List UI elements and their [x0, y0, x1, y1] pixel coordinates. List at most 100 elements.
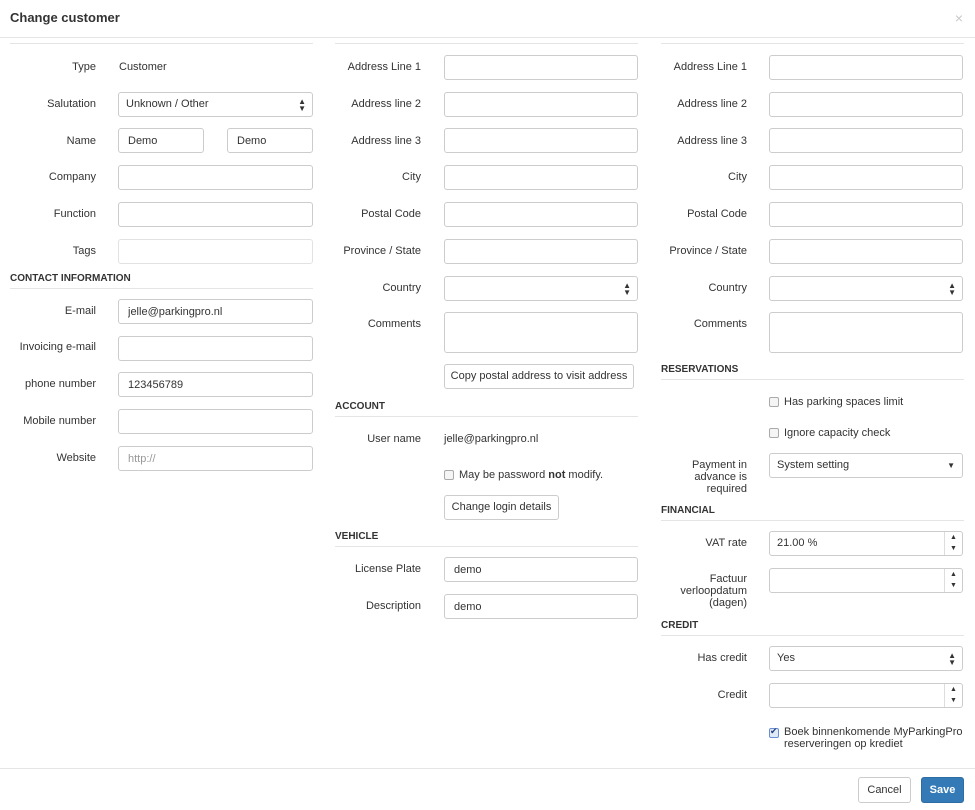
password-modify-text: May be password not modify.	[459, 469, 604, 481]
name-label: Name	[66, 135, 96, 147]
last-name-input[interactable]	[227, 128, 313, 153]
factuur-stepper[interactable]: ▲ ▼	[769, 568, 963, 593]
mid-country-select[interactable]: ▲ ▼	[444, 276, 638, 301]
right-city-input[interactable]	[769, 165, 963, 190]
right-postal-input[interactable]	[769, 202, 963, 227]
dialog-title: Change customer	[10, 10, 120, 25]
payment-advance-select[interactable]: System setting ▼	[769, 453, 963, 478]
has-credit-value: Yes	[777, 652, 795, 664]
close-icon[interactable]: ×	[955, 10, 963, 26]
payment-advance-label: Payment in advance is required	[691, 459, 747, 495]
right-postal-label: Postal Code	[687, 208, 747, 220]
mid-addr2-input[interactable]	[444, 92, 638, 117]
mid-city-input[interactable]	[444, 165, 638, 190]
mid-addr3-label: Address line 3	[351, 135, 421, 147]
right-addr3-input[interactable]	[769, 128, 963, 153]
phone-label: phone number	[25, 378, 96, 390]
mid-province-input[interactable]	[444, 239, 638, 264]
stepper-down-icon[interactable]: ▼	[945, 543, 962, 554]
vat-stepper[interactable]: 21.00 % ▲ ▼	[769, 531, 963, 556]
cancel-button[interactable]: Cancel	[858, 777, 911, 803]
factuur-label: Factuur verloopdatum (dagen)	[680, 573, 747, 609]
right-province-input[interactable]	[769, 239, 963, 264]
boek-krediet-checkbox[interactable]	[769, 726, 779, 738]
mid-addr3-input[interactable]	[444, 128, 638, 153]
company-label: Company	[48, 171, 96, 183]
stepper-up-icon[interactable]: ▲	[945, 684, 962, 695]
reservations-section-heading: RESERVATIONS	[661, 364, 964, 380]
mid-city-label: City	[402, 171, 421, 183]
caret-down-icon: ▼	[947, 461, 955, 470]
has-credit-select[interactable]: Yes ▲ ▼	[769, 646, 963, 671]
mid-addr1-input[interactable]	[444, 55, 638, 80]
password-modify-checkbox[interactable]	[444, 470, 454, 480]
right-city-label: City	[728, 171, 747, 183]
right-comments-textarea[interactable]	[769, 312, 963, 353]
function-input[interactable]	[118, 202, 313, 227]
select-arrows-icon: ▲ ▼	[948, 651, 956, 667]
tags-input[interactable]	[118, 239, 313, 264]
mid-addr2-label: Address line 2	[351, 98, 421, 110]
type-value: Customer	[119, 61, 167, 73]
dialog-header: Change customer ×	[0, 0, 975, 38]
stepper-down-icon[interactable]: ▼	[945, 695, 962, 706]
right-country-select[interactable]: ▲ ▼	[769, 276, 963, 301]
mid-postal-label: Postal Code	[361, 208, 421, 220]
function-label: Function	[53, 208, 96, 220]
has-credit-label: Has credit	[697, 652, 747, 664]
mid-postal-input[interactable]	[444, 202, 638, 227]
phone-input[interactable]	[118, 372, 313, 397]
description-label: Description	[365, 600, 421, 612]
invoicing-email-label: Invoicing e-mail	[19, 341, 96, 353]
right-top-divider	[661, 43, 964, 44]
plate-input[interactable]	[444, 557, 638, 582]
description-input[interactable]	[444, 594, 638, 619]
mid-country-label: Country	[382, 282, 421, 294]
boek-krediet-text: Boek binnenkomende MyParkingPro reserveri…	[784, 726, 963, 750]
contact-section-heading: CONTACT INFORMATION	[10, 273, 313, 289]
mid-comments-textarea[interactable]	[444, 312, 638, 353]
ignore-capacity-checkbox[interactable]	[769, 428, 779, 438]
invoicing-email-input[interactable]	[118, 336, 313, 361]
username-label: User name	[367, 433, 421, 445]
mobile-input[interactable]	[118, 409, 313, 434]
right-country-label: Country	[708, 282, 747, 294]
dialog-footer: Cancel Save	[0, 768, 975, 810]
tags-label: Tags	[72, 245, 96, 257]
right-province-label: Province / State	[669, 245, 747, 257]
right-addr1-label: Address Line 1	[673, 61, 747, 73]
stepper-up-icon[interactable]: ▲	[945, 569, 962, 580]
email-label: E-mail	[64, 305, 96, 317]
copy-address-button[interactable]: Copy postal address to visit address	[444, 364, 634, 389]
mid-comments-label: Comments	[367, 318, 421, 330]
username-value: jelle@parkingpro.nl	[444, 433, 539, 445]
credit-label: Credit	[717, 689, 747, 701]
website-input[interactable]	[118, 446, 313, 471]
first-name-input[interactable]	[118, 128, 204, 153]
type-label: Type	[72, 61, 96, 73]
ignore-capacity-text: Ignore capacity check	[784, 427, 891, 439]
change-login-button[interactable]: Change login details	[444, 495, 559, 520]
salutation-select[interactable]: Unknown / Other ▲ ▼	[118, 92, 313, 117]
mobile-label: Mobile number	[23, 415, 96, 427]
parking-limit-checkbox[interactable]	[769, 397, 779, 407]
email-input[interactable]	[118, 299, 313, 324]
left-top-divider	[10, 43, 313, 44]
save-button[interactable]: Save	[921, 777, 964, 803]
stepper-buttons[interactable]: ▲ ▼	[944, 569, 962, 592]
stepper-buttons[interactable]: ▲ ▼	[944, 684, 962, 707]
right-addr2-input[interactable]	[769, 92, 963, 117]
company-input[interactable]	[118, 165, 313, 190]
right-addr1-input[interactable]	[769, 55, 963, 80]
select-arrows-icon: ▲ ▼	[948, 281, 956, 297]
right-addr2-label: Address line 2	[677, 98, 747, 110]
credit-stepper[interactable]: ▲ ▼	[769, 683, 963, 708]
stepper-buttons[interactable]: ▲ ▼	[944, 532, 962, 555]
vat-value: 21.00 %	[777, 537, 818, 549]
plate-label: License Plate	[354, 563, 421, 575]
stepper-up-icon[interactable]: ▲	[945, 532, 962, 543]
stepper-down-icon[interactable]: ▼	[945, 580, 962, 591]
vat-label: VAT rate	[705, 537, 747, 549]
mid-addr1-label: Address Line 1	[347, 61, 421, 73]
parking-limit-text: Has parking spaces limit	[784, 396, 904, 408]
